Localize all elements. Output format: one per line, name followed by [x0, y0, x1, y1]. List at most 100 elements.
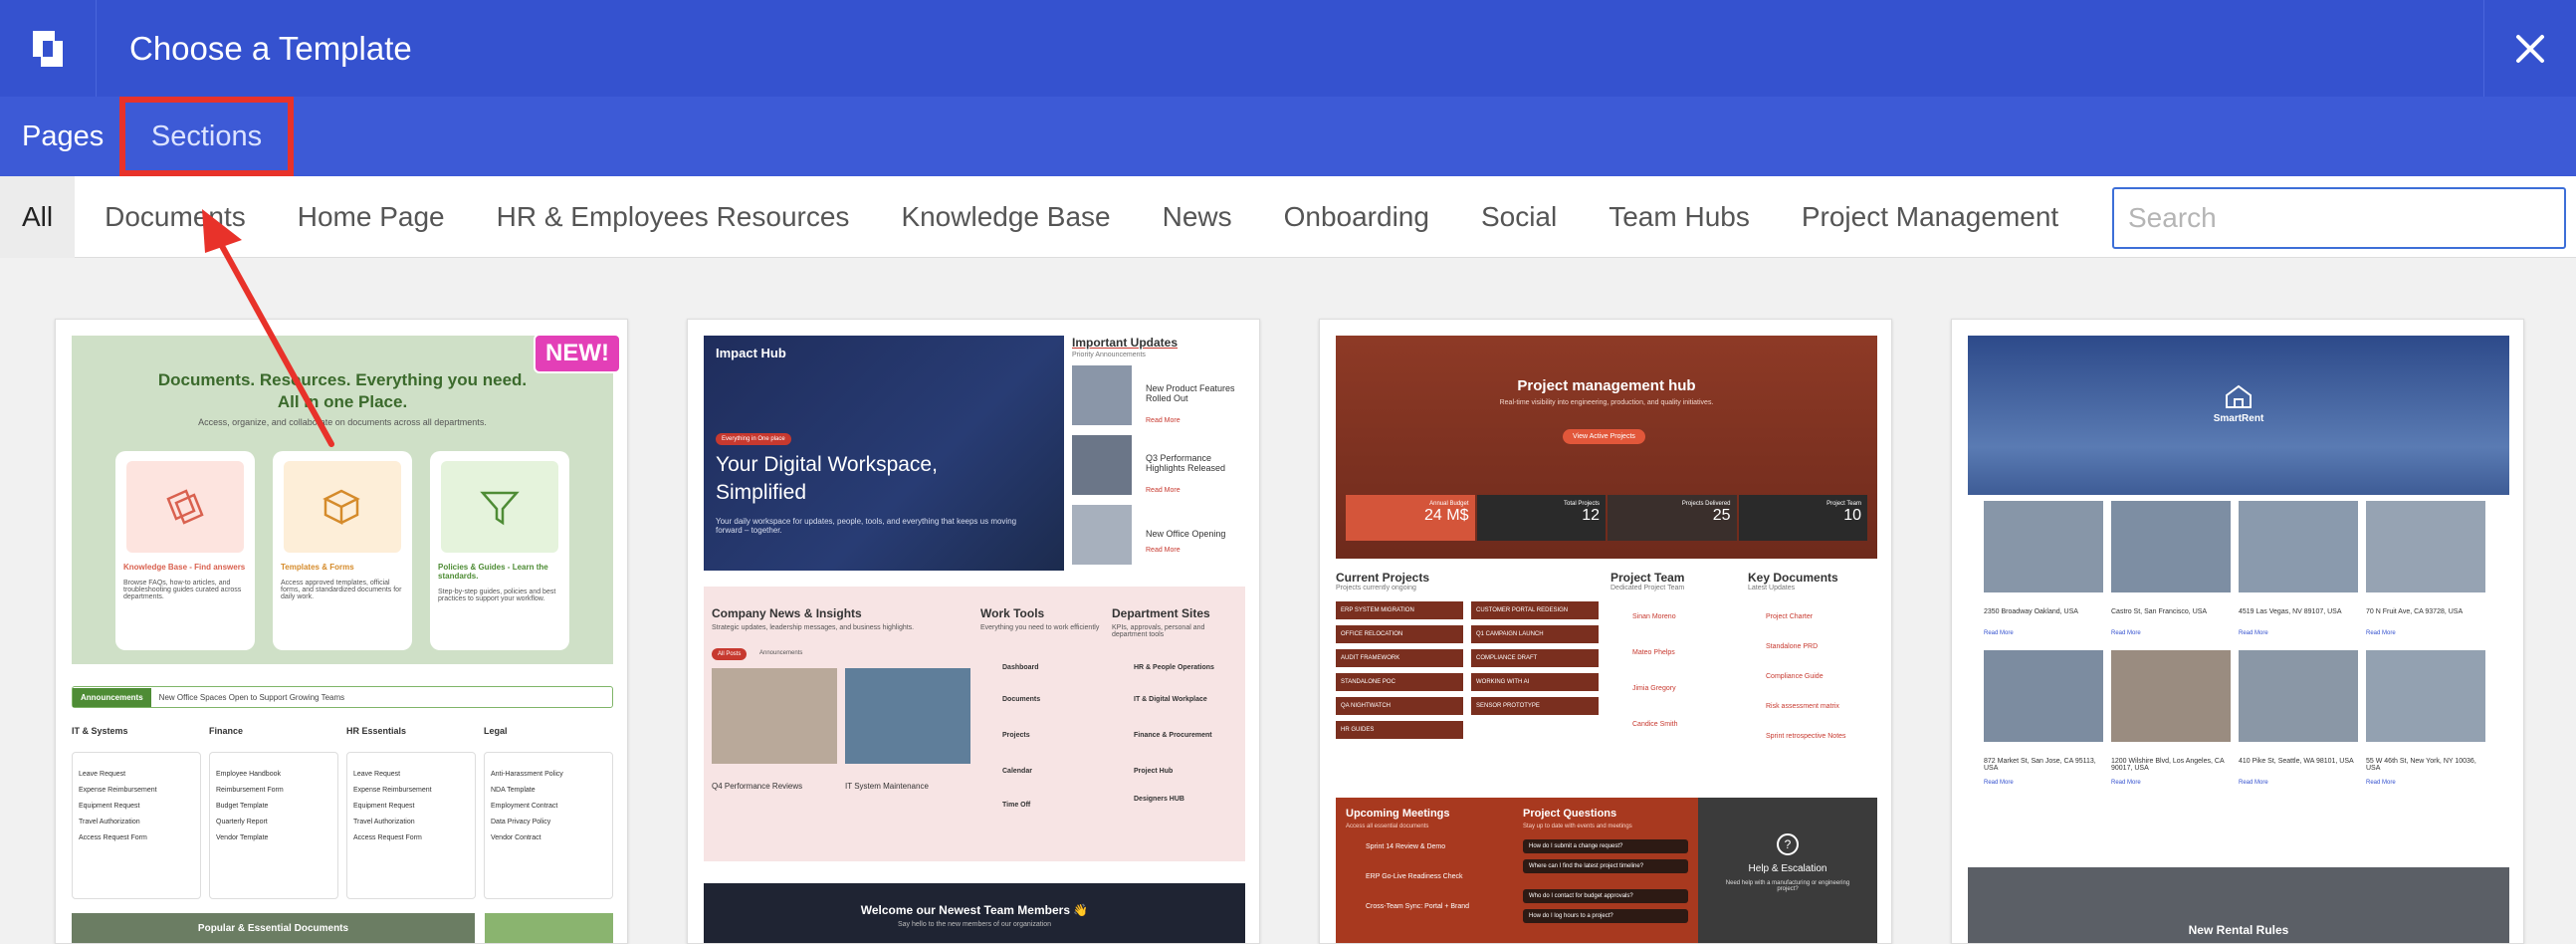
card2-news-tab[interactable]: Announcements [759, 650, 802, 656]
card2-dept-item[interactable]: Project Hub [1134, 768, 1173, 775]
filter-home-page[interactable]: Home Page [272, 176, 471, 258]
filter-all[interactable]: All [0, 175, 76, 258]
card4-listing[interactable]: 410 Pike St, Seattle, WA 98101, USA Read … [2239, 650, 2358, 786]
filter-documents[interactable]: Documents [75, 176, 272, 258]
card3-stat: Annual Budget 24 M$ [1346, 495, 1475, 541]
card1-tile: Templates & Forms Access approved templa… [273, 451, 412, 650]
card2-dept-item[interactable]: HR & People Operations [1134, 664, 1214, 671]
card4-read-more[interactable]: Read More [2239, 780, 2358, 786]
card1-tile-title: Knowledge Base - Find answers [123, 563, 246, 572]
card2-tool-item[interactable]: Documents [1002, 696, 1040, 703]
card4-rules: New Rental Rules [1968, 867, 2509, 943]
card2-tool-item[interactable]: Dashboard [1002, 664, 1039, 671]
card3-project[interactable]: CUSTOMER PORTAL REDESIGN [1471, 601, 1599, 619]
help-icon: ? [1777, 833, 1799, 855]
card3-meeting: Sprint 14 Review & Demo [1366, 843, 1446, 850]
card3-project[interactable]: ERP SYSTEM MIGRATION [1336, 601, 1463, 619]
card3-doc[interactable]: Compliance Guide [1748, 673, 1877, 703]
card3-project[interactable]: COMPLIANCE DRAFT [1471, 649, 1599, 667]
card4-read-more[interactable]: Read More [2239, 630, 2358, 636]
card3-doc[interactable]: Risk assessment matrix [1748, 703, 1877, 733]
card1-tile: Knowledge Base - Find answers Browse FAQ… [115, 451, 255, 650]
card3-questions-title: Project Questions [1523, 808, 1617, 820]
card4-read-more[interactable]: Read More [2111, 630, 2231, 636]
card4-listing[interactable]: 2350 Broadway Oakland, USA Read More [1984, 501, 2103, 636]
card3-project[interactable]: AUDIT FRAMEWORK [1336, 649, 1463, 667]
card4-listing[interactable]: 1200 Wilshire Blvd, Los Angeles, CA 9001… [2111, 650, 2231, 786]
card3-question[interactable]: How do I submit a change request? [1523, 839, 1688, 853]
card1-doc-item: Leave Request [353, 771, 401, 778]
card1-doc-item: Equipment Request [353, 803, 415, 810]
card2-update-image [1072, 435, 1132, 495]
card2-news-tab[interactable]: All Posts [712, 648, 748, 660]
filter-project-management[interactable]: Project Management [1776, 176, 2084, 258]
template-card-impact-hub[interactable]: Impact Hub Everything in One place Your … [687, 319, 1260, 944]
card2-dept-item[interactable]: IT & Digital Workplace [1134, 696, 1207, 703]
close-button[interactable] [2483, 0, 2576, 97]
template-card-project-hub[interactable]: Project management hub Real-time visibil… [1319, 319, 1892, 944]
card3-project[interactable]: HR GUIDES [1336, 721, 1463, 739]
card3-question[interactable]: How do I log hours to a project? [1523, 909, 1688, 923]
filter-knowledge-base[interactable]: Knowledge Base [875, 176, 1136, 258]
card2-read-more[interactable]: Read More [1146, 487, 1181, 494]
card3-project[interactable]: QA NIGHTWATCH [1336, 697, 1463, 715]
card4-listing-address: 1200 Wilshire Blvd, Los Angeles, CA 9001… [2111, 758, 2225, 772]
card2-dept-item[interactable]: Finance & Procurement [1134, 732, 1212, 739]
card4-listing[interactable]: 55 W 46th St, New York, NY 10036, USA Rea… [2366, 650, 2485, 786]
card4-listing-address: 410 Pike St, Seattle, WA 98101, USA [2239, 758, 2354, 765]
card1-tile-text: Step-by-step guides, policies and best p… [438, 589, 556, 602]
card3-help-text: Need help with a manufacturing or engine… [1725, 880, 1850, 892]
card3-team-member: Candice Smith [1632, 721, 1678, 728]
filter-social[interactable]: Social [1455, 176, 1583, 258]
card3-project[interactable]: SENSOR PROTOTYPE [1471, 697, 1599, 715]
search-input[interactable] [2112, 187, 2566, 249]
card2-tool-item[interactable]: Time Off [1002, 802, 1030, 809]
card1-doc-item: Employment Contract [491, 803, 558, 810]
card4-listings: 2350 Broadway Oakland, USA Read More Cast… [1984, 501, 2509, 786]
card3-question[interactable]: Who do I contact for budget approvals? [1523, 889, 1688, 903]
card1-doc-item: Employee Handbook [216, 771, 281, 778]
card4-read-more[interactable]: Read More [1984, 630, 2103, 636]
filter-hr-employees-resources[interactable]: HR & Employees Resources [471, 176, 876, 258]
card3-doc[interactable]: Standalone PRD [1748, 643, 1877, 673]
filter-news[interactable]: News [1137, 176, 1258, 258]
card1-tile-text: Access approved templates, official form… [281, 580, 402, 600]
card3-doc[interactable]: Sprint retrospective Notes [1748, 733, 1877, 763]
card2-tool-item[interactable]: Projects [1002, 732, 1030, 739]
template-card-documents[interactable]: Documents. Resources. Everything you nee… [55, 319, 628, 944]
card4-listing[interactable]: 4519 Las Vegas, NV 89107, USA Read More [2239, 501, 2358, 636]
card2-dept-title: Department Sites [1112, 606, 1210, 620]
card2-read-more[interactable]: Read More [1146, 417, 1181, 424]
filter-onboarding[interactable]: Onboarding [1258, 176, 1455, 258]
card3-stat-value: 25 [1712, 507, 1731, 524]
card3-project[interactable]: WORKING WITH AI [1471, 673, 1599, 691]
tab-sections[interactable]: Sections [119, 97, 294, 176]
filter-team-hubs[interactable]: Team Hubs [1583, 176, 1776, 258]
card2-news-item: Q4 Performance Reviews [712, 782, 803, 791]
card2-tool-item[interactable]: Calendar [1002, 768, 1032, 775]
card4-read-more[interactable]: Read More [2366, 630, 2485, 636]
card2-read-more[interactable]: Read More [1146, 547, 1181, 554]
card4-listing[interactable]: Castro St, San Francisco, USA Read More [2111, 501, 2231, 636]
card3-project[interactable]: STANDALONE POC [1336, 673, 1463, 691]
card4-hero: SmartRent [1968, 336, 2509, 495]
card4-listing[interactable]: 70 N Fruit Ave, CA 93728, USA Read More [2366, 501, 2485, 636]
card4-read-more[interactable]: Read More [2366, 780, 2485, 786]
card3-project[interactable]: Q1 CAMPAIGN LAUNCH [1471, 625, 1599, 643]
card3-project[interactable]: OFFICE RELOCATION [1336, 625, 1463, 643]
card3-question[interactable]: Where can I find the latest project time… [1523, 859, 1688, 873]
card4-listing-address: Castro St, San Francisco, USA [2111, 608, 2208, 615]
card2-news-item: IT System Maintenance [845, 782, 929, 791]
card4-read-more[interactable]: Read More [2111, 780, 2231, 786]
card4-listing[interactable]: 872 Market St, San Jose, CA 95113, USA Re… [1984, 650, 2103, 786]
tab-pages[interactable]: Pages [0, 97, 119, 176]
card4-read-more[interactable]: Read More [1984, 780, 2103, 786]
template-card-smartrent[interactable]: SmartRent 2350 Broadway Oakland, USA Read… [1951, 319, 2524, 944]
card1-tile-title: Templates & Forms [281, 563, 354, 572]
card3-doc[interactable]: Project Charter [1748, 613, 1877, 643]
card3-current-projects: Current Projects Projects currently ongo… [1336, 571, 1605, 739]
close-icon[interactable] [2515, 34, 2545, 64]
card2-dept-item[interactable]: Designers HUB [1134, 796, 1184, 803]
card1-tile-text: Browse FAQs, how-to articles, and troubl… [123, 580, 242, 600]
card3-hero-button[interactable]: View Active Projects [1563, 429, 1645, 444]
